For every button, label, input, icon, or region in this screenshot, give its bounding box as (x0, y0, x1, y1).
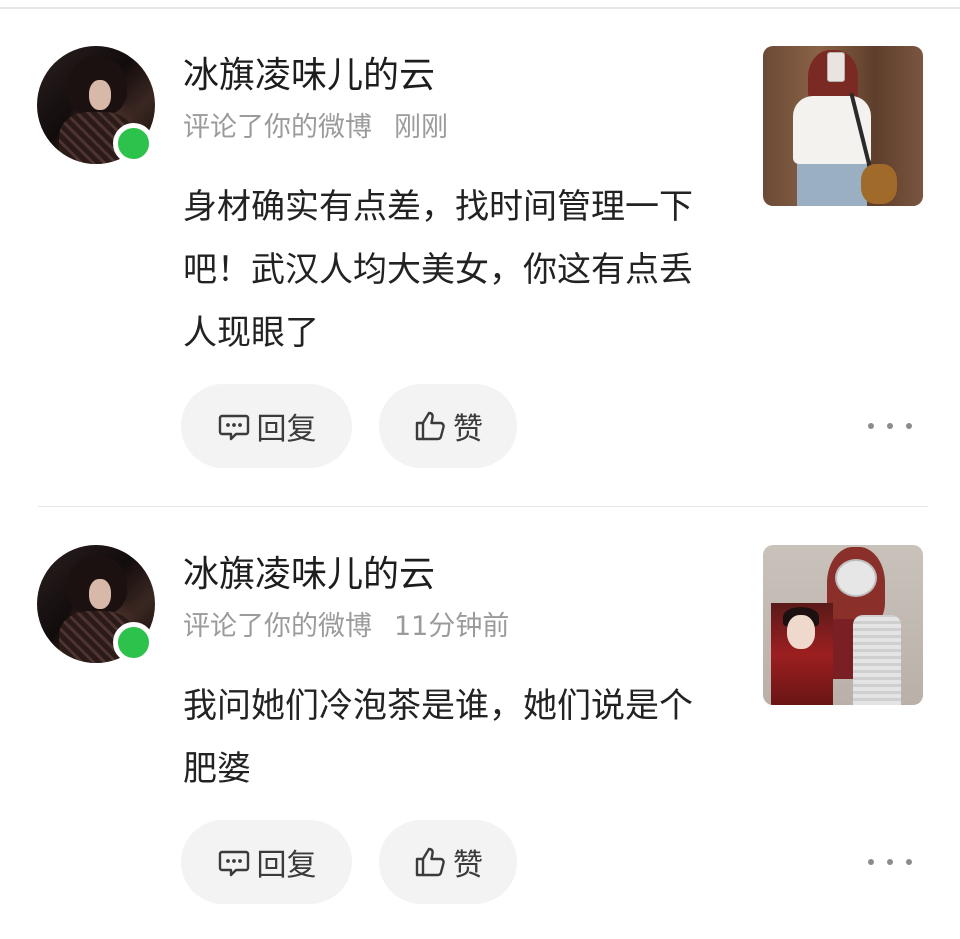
username[interactable]: 冰旗凌味儿的云 (183, 551, 435, 599)
post-thumbnail[interactable] (763, 46, 923, 206)
item-divider (38, 506, 928, 507)
like-button[interactable]: 赞 (379, 384, 517, 468)
comment-meta: 评论了你的微博 11分钟前 (183, 609, 509, 645)
more-dots-icon[interactable] (868, 850, 912, 874)
comment-meta: 评论了你的微博 刚刚 (183, 110, 448, 146)
action-text: 评论了你的微博 (183, 112, 372, 143)
like-label: 赞 (453, 412, 483, 447)
username[interactable]: 冰旗凌味儿的云 (183, 52, 435, 100)
online-status-dot (113, 622, 154, 663)
thumbs-up-icon (413, 409, 447, 443)
reply-label: 回复 (256, 412, 317, 447)
action-text: 评论了你的微博 (183, 611, 372, 642)
comment-icon (217, 845, 251, 879)
comment-text: 身材确实有点差，找时间管理一下吧！武汉人均大美女，你这有点丢人现眼了 (183, 187, 693, 353)
timestamp: 刚刚 (394, 112, 448, 143)
top-divider (0, 7, 960, 9)
comment-text: 我问她们冷泡茶是谁，她们说是个肥婆 (183, 686, 693, 789)
timestamp: 11分钟前 (394, 611, 510, 642)
more-dots-icon[interactable] (868, 414, 912, 438)
comment-icon (217, 409, 251, 443)
online-status-dot (113, 123, 154, 164)
reply-button[interactable]: 回复 (181, 820, 352, 904)
reply-button[interactable]: 回复 (181, 384, 352, 468)
post-thumbnail[interactable] (763, 545, 923, 705)
reply-label: 回复 (256, 848, 317, 883)
like-button[interactable]: 赞 (379, 820, 517, 904)
like-label: 赞 (453, 848, 483, 883)
thumbs-up-icon (413, 845, 447, 879)
